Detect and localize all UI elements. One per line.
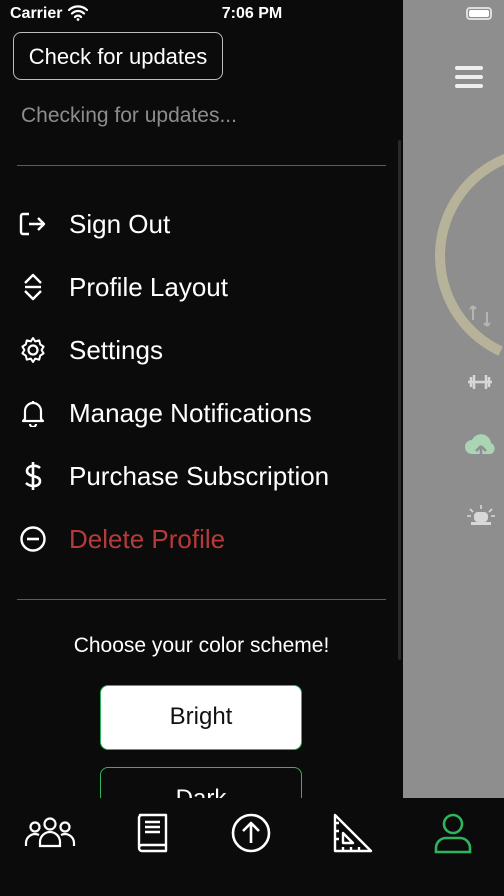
color-scheme-title: Choose your color scheme!	[73, 634, 330, 657]
clock: 7:06 PM	[221, 5, 283, 22]
progress-ring	[404, 115, 504, 397]
upload-circle-icon	[231, 813, 271, 853]
tab-journal[interactable]	[123, 810, 179, 856]
tab-upload[interactable]	[223, 810, 279, 856]
sort-arrows-icon	[17, 271, 49, 303]
minus-circle-icon	[17, 523, 49, 555]
side-drawer: Check for updates Checking for updates..…	[0, 0, 403, 798]
hamburger-menu-icon[interactable]	[455, 66, 483, 88]
tab-community[interactable]	[22, 810, 78, 856]
gear-icon	[17, 334, 49, 366]
check-for-updates-button[interactable]: Check for updates	[13, 32, 223, 80]
update-status-text: Checking for updates...	[21, 104, 237, 127]
tab-profile[interactable]	[425, 810, 481, 856]
divider	[17, 165, 386, 166]
dumbbell-icon	[468, 375, 492, 389]
triangle-ruler-icon	[333, 813, 373, 853]
menu-item-label: Profile Layout	[69, 271, 228, 302]
dollar-icon	[17, 460, 49, 492]
bottom-tab-bar	[0, 798, 504, 896]
group-icon	[24, 817, 76, 848]
bright-scheme-button[interactable]: Bright	[100, 685, 302, 750]
menu-item-label: Settings	[69, 334, 163, 365]
menu-item-sign-out[interactable]: Sign Out	[17, 201, 387, 247]
siren-icon	[467, 505, 495, 525]
dark-scheme-button[interactable]: Dark	[100, 767, 302, 798]
menu-item-purchase-subscription[interactable]: Purchase Subscription	[17, 453, 387, 499]
battery-icon	[466, 7, 492, 20]
menu-item-settings[interactable]: Settings	[17, 327, 387, 373]
menu-item-profile-layout[interactable]: Profile Layout	[17, 264, 387, 310]
menu-item-label: Sign Out	[69, 208, 171, 239]
swap-icon	[469, 305, 491, 327]
sign-out-icon	[17, 208, 49, 240]
menu-item-delete-profile[interactable]: Delete Profile	[17, 516, 387, 562]
book-icon	[137, 813, 168, 853]
menu-item-label: Delete Profile	[69, 523, 226, 554]
bell-icon	[17, 397, 49, 429]
background-screen	[403, 0, 504, 798]
menu-item-label: Manage Notifications	[69, 397, 312, 428]
user-icon	[434, 813, 472, 854]
menu-item-label: Purchase Subscription	[69, 460, 330, 491]
menu-item-manage-notifications[interactable]: Manage Notifications	[17, 390, 387, 436]
tab-measure[interactable]	[325, 810, 381, 856]
drawer-scrollbar[interactable]	[398, 140, 401, 660]
status-bar: Carrier 7:06 PM	[0, 0, 504, 28]
divider	[17, 599, 386, 600]
cloud-upload-icon	[465, 434, 495, 462]
